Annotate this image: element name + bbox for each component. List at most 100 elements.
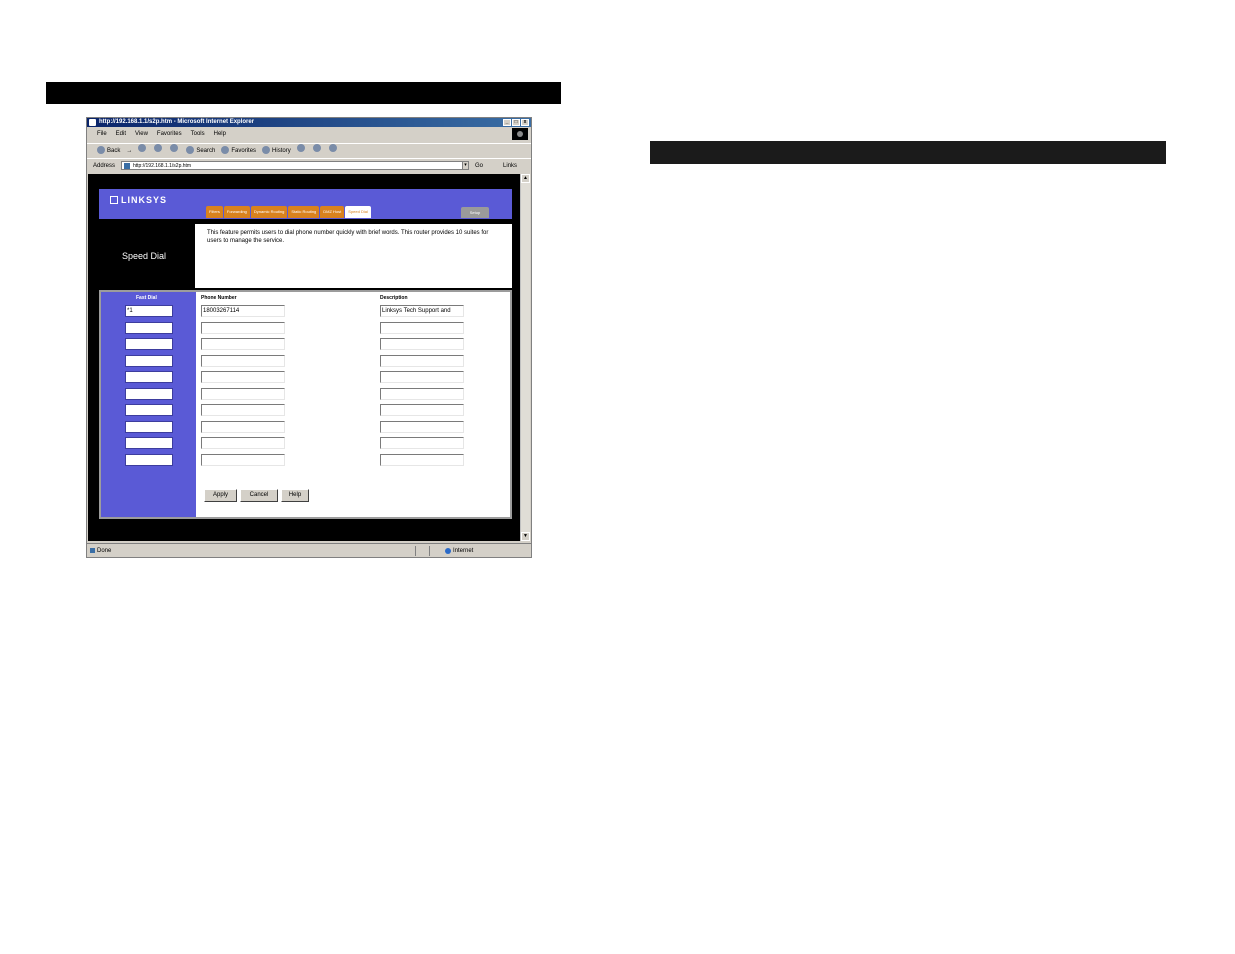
- section-title: Speed Dial: [122, 251, 167, 261]
- scroll-down-icon[interactable]: ▼: [521, 532, 530, 541]
- browser-title-bar: http://192.168.1.1/s2p.htm - Microsoft I…: [87, 118, 531, 127]
- window-controls: _ □ x: [503, 119, 529, 126]
- minimize-button[interactable]: _: [503, 119, 511, 126]
- standard-toolbar: Back → Search Favorites History: [87, 143, 531, 157]
- tab-dmz-host[interactable]: DMZ Host: [320, 206, 345, 218]
- stop-icon[interactable]: [138, 144, 147, 152]
- history-button[interactable]: History: [262, 144, 291, 157]
- favorites-icon: [221, 146, 230, 155]
- phone-number-input[interactable]: [201, 355, 285, 367]
- phone-number-input[interactable]: 18003267114: [201, 305, 285, 317]
- menu-help[interactable]: Help: [214, 128, 226, 141]
- fast-dial-input[interactable]: *1: [125, 305, 173, 317]
- address-value: http://192.168.1.1/s2p.htm: [133, 163, 192, 169]
- tab-setup[interactable]: Setup: [461, 207, 489, 218]
- fast-dial-input[interactable]: [125, 338, 173, 350]
- menu-favorites[interactable]: Favorites: [157, 128, 182, 141]
- description-input[interactable]: [380, 338, 464, 350]
- feature-description: This feature permits users to dial phone…: [207, 230, 489, 244]
- mail-icon[interactable]: [296, 144, 305, 152]
- browser-title: http://192.168.1.1/s2p.htm - Microsoft I…: [99, 119, 255, 125]
- address-input[interactable]: http://192.168.1.1/s2p.htm: [121, 161, 469, 170]
- history-label: History: [272, 148, 291, 154]
- tab-dynamic-routing[interactable]: Dynamic Routing: [250, 206, 288, 218]
- forward-button[interactable]: →: [126, 144, 132, 157]
- internet-zone-label: Internet: [444, 544, 473, 557]
- ie-throbber-icon: [512, 128, 528, 140]
- edit-icon[interactable]: [328, 144, 337, 152]
- menu-view[interactable]: View: [135, 128, 148, 141]
- go-button[interactable]: Go: [475, 159, 483, 173]
- phone-number-input[interactable]: [201, 371, 285, 383]
- fast-dial-input[interactable]: [125, 454, 173, 466]
- fast-dial-input[interactable]: [125, 355, 173, 367]
- linksys-logo: LINKSYS: [110, 195, 167, 205]
- menu-edit[interactable]: Edit: [116, 128, 126, 141]
- description-input[interactable]: [380, 322, 464, 334]
- browser-window: http://192.168.1.1/s2p.htm - Microsoft I…: [86, 117, 532, 558]
- back-arrow-icon: [97, 146, 105, 155]
- vertical-scrollbar[interactable]: ▲ ▼: [520, 174, 530, 541]
- tab-filters[interactable]: Filters: [206, 206, 223, 218]
- tab-bar: Filters Forwarding Dynamic Routing Stati…: [206, 206, 371, 218]
- search-button[interactable]: Search: [186, 144, 215, 157]
- page-viewport: LINKSYS Filters Forwarding Dynamic Routi…: [88, 174, 522, 541]
- help-button[interactable]: Help: [281, 489, 309, 502]
- fast-dial-input[interactable]: [125, 404, 173, 416]
- status-divider: [429, 546, 430, 556]
- description-input[interactable]: [380, 371, 464, 383]
- cancel-button[interactable]: Cancel: [240, 489, 278, 502]
- fast-dial-input[interactable]: [125, 437, 173, 449]
- print-icon[interactable]: [312, 144, 321, 152]
- status-bar: Done Internet: [87, 543, 531, 557]
- phone-number-input[interactable]: [201, 322, 285, 334]
- description-input[interactable]: [380, 437, 464, 449]
- back-button[interactable]: Back: [97, 144, 120, 157]
- favorites-button[interactable]: Favorites: [221, 144, 256, 157]
- phone-number-input[interactable]: [201, 437, 285, 449]
- favorites-label: Favorites: [231, 148, 257, 154]
- page-icon: [124, 163, 130, 169]
- tab-forwarding[interactable]: Forwarding: [223, 206, 250, 218]
- search-label: Search: [196, 148, 216, 154]
- description-input[interactable]: Linksys Tech Support and: [380, 305, 464, 317]
- links-button[interactable]: Links: [503, 159, 517, 173]
- phone-number-input[interactable]: [201, 421, 285, 433]
- scroll-up-icon[interactable]: ▲: [521, 174, 530, 183]
- ie-icon: [89, 119, 96, 126]
- linksys-logo-icon: [110, 196, 118, 204]
- fast-dial-header: Fast Dial: [136, 295, 157, 301]
- fast-dial-input[interactable]: [125, 388, 173, 400]
- description-input[interactable]: [380, 454, 464, 466]
- description-input[interactable]: [380, 388, 464, 400]
- maximize-button[interactable]: □: [512, 119, 520, 126]
- home-icon[interactable]: [170, 144, 179, 152]
- description-header: Description: [380, 295, 408, 301]
- fast-dial-input[interactable]: [125, 371, 173, 383]
- left-header-bar: [46, 82, 561, 104]
- right-header-bar: [650, 141, 1166, 164]
- menu-file[interactable]: File: [97, 128, 107, 141]
- info-panel: This feature permits users to dial phone…: [195, 224, 512, 288]
- address-dropdown-icon[interactable]: ▾: [462, 161, 469, 170]
- refresh-icon[interactable]: [154, 144, 163, 152]
- menu-tools[interactable]: Tools: [191, 128, 205, 141]
- description-input[interactable]: [380, 421, 464, 433]
- phone-number-input[interactable]: [201, 338, 285, 350]
- apply-button[interactable]: Apply: [204, 489, 237, 502]
- tab-static-routing[interactable]: Static Routing: [288, 206, 320, 218]
- phone-number-header: Phone Number: [201, 295, 237, 301]
- tab-speed-dial[interactable]: Speed Dial: [345, 206, 371, 218]
- phone-number-input[interactable]: [201, 454, 285, 466]
- description-input[interactable]: [380, 404, 464, 416]
- fast-dial-input[interactable]: [125, 322, 173, 334]
- close-button[interactable]: x: [521, 119, 529, 126]
- status-text: Done: [89, 544, 111, 557]
- description-input[interactable]: [380, 355, 464, 367]
- fast-dial-input[interactable]: [125, 421, 173, 433]
- phone-number-input[interactable]: [201, 404, 285, 416]
- address-label: Address: [93, 163, 116, 169]
- search-icon: [186, 146, 195, 155]
- phone-number-input[interactable]: [201, 388, 285, 400]
- address-bar: Address http://192.168.1.1/s2p.htm ▾ Go …: [87, 158, 531, 173]
